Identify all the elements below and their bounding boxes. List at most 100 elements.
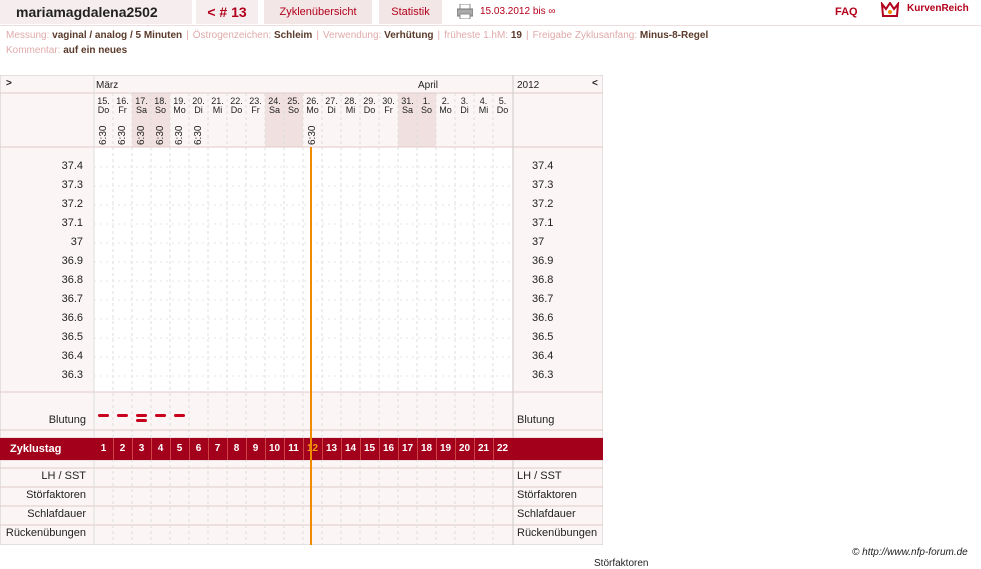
day-header[interactable]: 31. Sa bbox=[398, 97, 417, 115]
day-header[interactable]: 2. Mo bbox=[436, 97, 455, 115]
faq-link[interactable]: FAQ bbox=[835, 6, 858, 18]
cycle-day-separator bbox=[322, 438, 323, 460]
credit-link[interactable]: © http://www.nfp-forum.de bbox=[852, 547, 968, 558]
cycle-day-number: 6 bbox=[195, 443, 202, 454]
row-label-right: LH / SST bbox=[517, 470, 562, 482]
day-weekday: Mo bbox=[306, 105, 319, 115]
day-weekday: Do bbox=[496, 105, 509, 115]
cycle-day-number: 1 bbox=[100, 443, 107, 454]
day-header[interactable]: 26. Mo bbox=[303, 97, 322, 115]
temp-label-right: 36.3 bbox=[532, 369, 554, 381]
day-header[interactable]: 18. So bbox=[151, 97, 170, 115]
cycle-day-number: 13 bbox=[325, 443, 338, 454]
cycle-day-number: 7 bbox=[214, 443, 221, 454]
tab-statistics[interactable]: Statistik bbox=[379, 0, 442, 24]
printer-icon[interactable] bbox=[457, 4, 473, 19]
day-header[interactable]: 23. Fr bbox=[246, 97, 265, 115]
row-label: Rückenübungen bbox=[5, 527, 86, 539]
temp-label-right: 37.3 bbox=[532, 179, 554, 191]
temp-label-left: 36.8 bbox=[61, 274, 83, 286]
measure-time: 6:30 bbox=[117, 125, 128, 145]
nav-prev-button[interactable]: < bbox=[592, 78, 598, 89]
info-separator: | bbox=[437, 30, 441, 41]
day-header[interactable]: 19. Mo bbox=[170, 97, 189, 115]
day-weekday: Mo bbox=[173, 105, 186, 115]
day-header[interactable]: 24. Sa bbox=[265, 97, 284, 115]
day-weekday: Di bbox=[327, 105, 336, 115]
row-label: Schlafdauer bbox=[27, 508, 86, 520]
day-header[interactable]: 5. Do bbox=[493, 97, 512, 115]
logo-text[interactable]: KurvenReich bbox=[907, 3, 969, 14]
day-weekday: Fr bbox=[118, 105, 127, 115]
temp-label-right: 36.4 bbox=[532, 350, 554, 362]
cycle-day-separator bbox=[284, 438, 285, 460]
info-line-settings: Messung: vaginal / analog / 5 Minuten | Ös… bbox=[6, 30, 708, 41]
cycle-day-number: 8 bbox=[233, 443, 240, 454]
day-header[interactable]: 21. Mi bbox=[208, 97, 227, 115]
day-header[interactable]: 1. So bbox=[417, 97, 436, 115]
day-weekday: Sa bbox=[401, 105, 413, 115]
day-header[interactable]: 25. So bbox=[284, 97, 303, 115]
info-value: Minus-8-Regel bbox=[639, 30, 709, 41]
day-weekday: Di bbox=[194, 105, 203, 115]
info-separator: | bbox=[316, 30, 319, 41]
info-separator: | bbox=[525, 30, 529, 41]
bleeding-mark bbox=[117, 414, 128, 417]
chart-grid bbox=[0, 75, 603, 545]
day-header[interactable]: 30. Fr bbox=[379, 97, 398, 115]
cycle-day-number: 19 bbox=[439, 443, 452, 454]
row-label: LH / SST bbox=[41, 470, 86, 482]
day-header[interactable]: 4. Mi bbox=[474, 97, 493, 115]
bleeding-mark bbox=[174, 414, 185, 417]
cycle-day-number: 21 bbox=[477, 443, 490, 454]
measure-time: 6:30 bbox=[307, 125, 318, 145]
bleeding-mark bbox=[136, 419, 147, 422]
temp-label-left: 36.5 bbox=[61, 331, 83, 343]
cycle-day-number: 5 bbox=[176, 443, 183, 454]
day-weekday: Mo bbox=[439, 105, 452, 115]
bleeding-mark bbox=[155, 414, 166, 417]
cycle-day-number: 2 bbox=[119, 443, 126, 454]
day-weekday: Mi bbox=[478, 105, 489, 115]
today-marker bbox=[310, 438, 312, 460]
info-value: auf ein neues bbox=[63, 45, 128, 56]
cycle-day-number: 3 bbox=[138, 443, 145, 454]
day-header[interactable]: 22. Do bbox=[227, 97, 246, 115]
row-label-right: Störfaktoren bbox=[517, 489, 577, 501]
day-weekday: Fr bbox=[384, 105, 393, 115]
info-label: Freigabe Zyklusanfang: bbox=[532, 30, 638, 41]
tab-cycle-overview[interactable]: Zyklenübersicht bbox=[264, 0, 372, 24]
day-weekday: Mi bbox=[212, 105, 223, 115]
nav-next-button[interactable]: > bbox=[6, 78, 12, 89]
cycle-number-link[interactable]: < # 13 bbox=[196, 0, 258, 24]
cycle-day-number: 15 bbox=[363, 443, 376, 454]
cycle-day-separator bbox=[246, 438, 247, 460]
day-header[interactable]: 16. Fr bbox=[113, 97, 132, 115]
day-weekday: So bbox=[287, 105, 299, 115]
bleeding-mark bbox=[136, 414, 147, 417]
kurvenreich-logo-icon[interactable] bbox=[880, 2, 900, 20]
temp-label-left: 37.1 bbox=[61, 217, 83, 229]
divider bbox=[0, 25, 981, 26]
cycle-day-separator bbox=[208, 438, 209, 460]
cycle-day-number: 17 bbox=[401, 443, 414, 454]
cycle-day-number: 4 bbox=[157, 443, 164, 454]
day-weekday: Do bbox=[363, 105, 376, 115]
day-header[interactable]: 17. Sa bbox=[132, 97, 151, 115]
day-header[interactable]: 3. Di bbox=[455, 97, 474, 115]
bleeding-label: Blutung bbox=[48, 414, 86, 426]
day-weekday: So bbox=[154, 105, 166, 115]
temp-label-left: 37.3 bbox=[61, 179, 83, 191]
day-weekday: Fr bbox=[251, 105, 260, 115]
day-header[interactable]: 15. Do bbox=[94, 97, 113, 115]
day-header[interactable]: 20. Di bbox=[189, 97, 208, 115]
day-header[interactable]: 29. Do bbox=[360, 97, 379, 115]
info-value: Verhütung bbox=[384, 30, 434, 41]
row-label-right: Schlafdauer bbox=[517, 508, 576, 520]
cycle-day-separator bbox=[170, 438, 171, 460]
cycle-day-separator bbox=[341, 438, 342, 460]
day-header[interactable]: 28. Mi bbox=[341, 97, 360, 115]
day-header[interactable]: 27. Di bbox=[322, 97, 341, 115]
cycle-day-number: 16 bbox=[382, 443, 395, 454]
cycle-day-separator bbox=[398, 438, 399, 460]
